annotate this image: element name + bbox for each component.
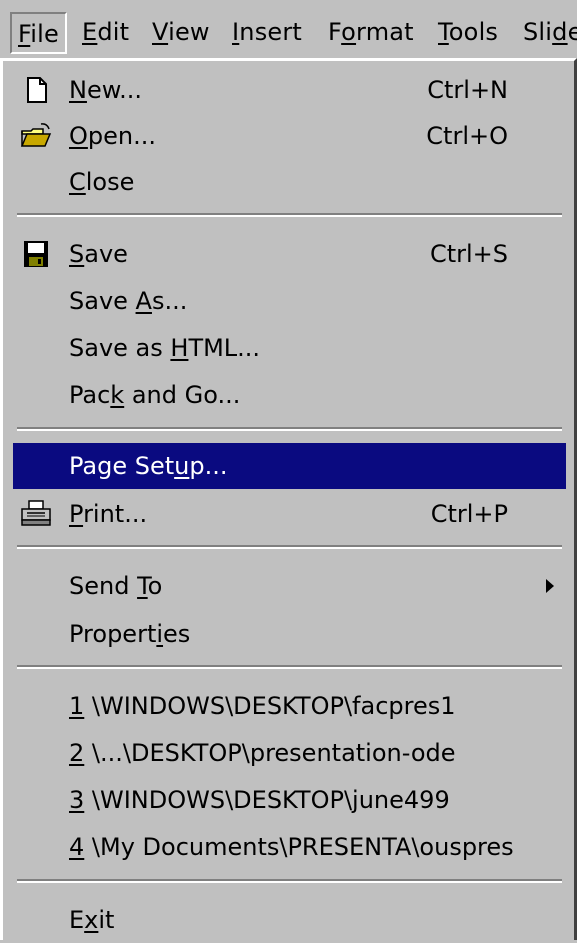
shortcut-text: Ctrl+S	[429, 240, 508, 268]
recent-file-1[interactable]: 1 \WINDOWS\DESKTOP\facpres1	[13, 683, 566, 729]
menu-separator	[17, 665, 562, 669]
menu-separator	[17, 427, 562, 431]
menu-item-label: Properties	[69, 620, 191, 648]
menu-item-label: Send To	[69, 572, 163, 600]
menu-item-save-as[interactable]: Save As...	[13, 278, 566, 324]
menu-separator	[17, 545, 562, 549]
menu-edit[interactable]: Edit	[76, 12, 135, 54]
floppy-disk-icon	[24, 241, 48, 267]
menu-item-save[interactable]: Save Ctrl+S	[13, 231, 566, 277]
menu-item-label: 4 \My Documents\PRESENTA\ouspres	[69, 833, 514, 861]
menu-slide[interactable]: Slide	[517, 12, 577, 54]
menu-item-new[interactable]: New... Ctrl+N	[13, 67, 566, 113]
menu-separator	[17, 213, 562, 217]
menu-item-close[interactable]: Close	[13, 159, 566, 205]
menu-item-label: Save As...	[69, 287, 188, 315]
menu-separator	[17, 879, 562, 883]
menu-item-pack-and-go[interactable]: Pack and Go...	[13, 372, 566, 418]
menu-item-label: Close	[69, 168, 135, 196]
menu-item-label: 3 \WINDOWS\DESKTOP\june499	[69, 786, 450, 814]
menu-item-label: 1 \WINDOWS\DESKTOP\facpres1	[69, 692, 456, 720]
new-document-icon	[27, 77, 47, 103]
recent-file-3[interactable]: 3 \WINDOWS\DESKTOP\june499	[13, 777, 566, 823]
menu-item-label: 2 \...\DESKTOP\presentation-ode	[69, 739, 456, 767]
menu-tools[interactable]: Tools	[432, 12, 504, 54]
menu-item-send-to[interactable]: Send To	[13, 563, 566, 609]
menu-item-label: Exit	[69, 906, 115, 934]
shortcut-text: Ctrl+N	[427, 76, 508, 104]
menu-item-save-as-html[interactable]: Save as HTML...	[13, 325, 566, 371]
menu-format[interactable]: Format	[322, 12, 420, 54]
menu-item-page-setup[interactable]: Page Setup...	[13, 443, 566, 489]
menu-item-properties[interactable]: Properties	[13, 611, 566, 657]
menu-item-print[interactable]: Print... Ctrl+P	[13, 491, 566, 537]
open-folder-icon	[20, 123, 52, 147]
menu-item-label: New...	[69, 76, 143, 104]
file-menu-dropdown: New... Ctrl+N Open... Ctrl+O Close Save …	[0, 58, 577, 940]
printer-icon	[21, 500, 51, 526]
menu-view[interactable]: View	[146, 12, 216, 54]
menu-file[interactable]: File	[10, 12, 67, 54]
submenu-arrow-icon	[546, 579, 554, 593]
menu-item-label: Page Setup...	[69, 452, 228, 480]
menu-item-exit[interactable]: Exit	[13, 897, 566, 943]
shortcut-text: Ctrl+P	[430, 500, 508, 528]
menu-bar: File Edit View Insert Format Tools Slide	[0, 0, 577, 62]
menu-item-label: Save as HTML...	[69, 334, 261, 362]
menu-item-open[interactable]: Open... Ctrl+O	[13, 113, 566, 159]
shortcut-text: Ctrl+O	[426, 122, 508, 150]
menu-item-label: Print...	[69, 500, 148, 528]
menu-insert[interactable]: Insert	[226, 12, 308, 54]
menu-item-label: Pack and Go...	[69, 381, 241, 409]
recent-file-4[interactable]: 4 \My Documents\PRESENTA\ouspres	[13, 824, 566, 870]
recent-file-2[interactable]: 2 \...\DESKTOP\presentation-ode	[13, 730, 566, 776]
menu-item-label: Save	[69, 240, 128, 268]
menu-item-label: Open...	[69, 122, 156, 150]
